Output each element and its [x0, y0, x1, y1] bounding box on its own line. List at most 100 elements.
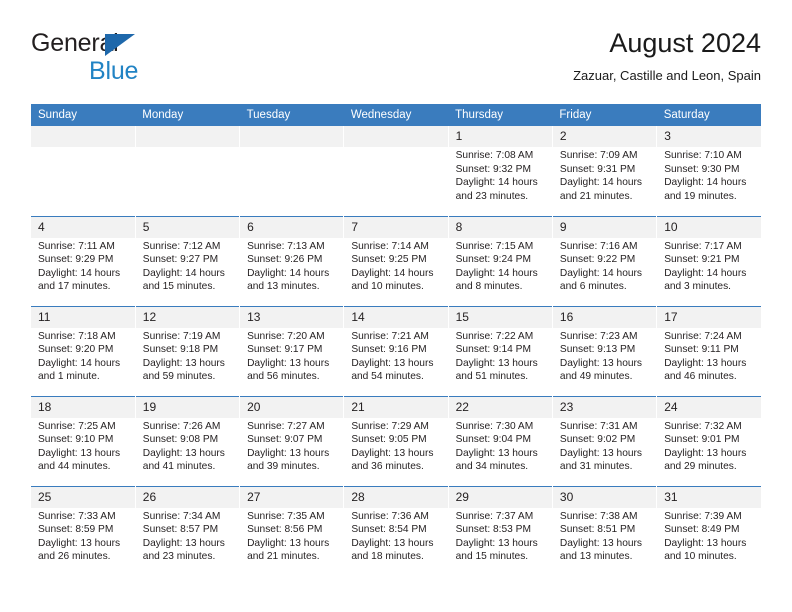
day-details: Sunrise: 7:18 AM Sunset: 9:20 PM Daylight:…	[31, 328, 135, 384]
sunrise-text: Sunrise: 7:16 AM	[559, 240, 638, 252]
daylight-text-line2: and 51 minutes.	[455, 371, 529, 383]
day-number: 27	[240, 486, 344, 508]
sunset-text: Sunset: 9:11 PM	[664, 344, 739, 356]
day-number: 13	[240, 306, 344, 328]
sunrise-text: Sunrise: 7:30 AM	[455, 420, 534, 432]
day-details: Sunrise: 7:25 AM Sunset: 9:10 PM Daylight:…	[31, 418, 135, 474]
calendar-day-cell[interactable]: 14 Sunrise: 7:21 AM Sunset: 9:16 PM Dayligh…	[343, 305, 449, 396]
daylight-text-line2: and 23 minutes.	[142, 551, 216, 563]
sunrise-text: Sunrise: 7:17 AM	[664, 240, 742, 252]
sunrise-text: Sunrise: 7:23 AM	[559, 330, 638, 342]
calendar-day-cell[interactable]: 20 Sunrise: 7:27 AM Sunset: 9:07 PM Dayligh…	[239, 395, 345, 486]
calendar-day-cell[interactable]: 15 Sunrise: 7:22 AM Sunset: 9:14 PM Dayligh…	[448, 305, 553, 396]
weekday-header-saturday: Saturday	[656, 104, 761, 126]
sunrise-text: Sunrise: 7:11 AM	[38, 240, 115, 252]
masthead: General Blue August 2024 Zazuar, Castill…	[31, 26, 761, 98]
calendar-day-cell[interactable]: 25 Sunrise: 7:33 AM Sunset: 8:59 PM Dayligh…	[31, 485, 136, 576]
day-number: 15	[448, 306, 552, 328]
day-number: 11	[31, 306, 135, 328]
calendar-week-row: 4 Sunrise: 7:11 AM Sunset: 9:29 PM Daylight…	[31, 215, 761, 306]
calendar-day-cell[interactable]: 19 Sunrise: 7:26 AM Sunset: 9:08 PM Dayligh…	[135, 395, 241, 486]
sunrise-text: Sunrise: 7:25 AM	[38, 420, 116, 432]
calendar-day-cell[interactable]: 1 Sunrise: 7:08 AM Sunset: 9:32 PM Daylight…	[448, 126, 553, 216]
day-details: Sunrise: 7:26 AM Sunset: 9:08 PM Daylight:…	[136, 418, 239, 474]
calendar-week-row: 25 Sunrise: 7:33 AM Sunset: 8:59 PM Dayligh…	[31, 485, 761, 576]
calendar-day-cell[interactable]: 9 Sunrise: 7:16 AM Sunset: 9:22 PM Daylight…	[552, 215, 658, 306]
daylight-text-line2: and 6 minutes.	[559, 281, 627, 293]
day-number: 22	[448, 396, 552, 418]
calendar-day-cell[interactable]: 6 Sunrise: 7:13 AM Sunset: 9:26 PM Daylight…	[239, 215, 345, 306]
daylight-text-line2: and 19 minutes.	[664, 190, 737, 202]
calendar-day-cell[interactable]: 8 Sunrise: 7:15 AM Sunset: 9:24 PM Daylight…	[448, 215, 553, 306]
calendar-day-cell[interactable]: 13 Sunrise: 7:20 AM Sunset: 9:17 PM Dayligh…	[239, 305, 345, 396]
day-details: Sunrise: 7:21 AM Sunset: 9:16 PM Daylight:…	[344, 328, 447, 384]
day-details: Sunrise: 7:30 AM Sunset: 9:04 PM Daylight:…	[449, 418, 552, 474]
daylight-text-line1: Daylight: 13 hours	[38, 537, 121, 549]
daylight-text-line2: and 10 minutes.	[664, 551, 737, 563]
day-details: Sunrise: 7:34 AM Sunset: 8:57 PM Daylight:…	[136, 508, 239, 564]
day-details: Sunrise: 7:14 AM Sunset: 9:25 PM Daylight:…	[344, 238, 447, 294]
sunset-text: Sunset: 9:32 PM	[455, 163, 531, 175]
daylight-text-line1: Daylight: 14 hours	[142, 267, 225, 279]
sunset-text: Sunset: 8:53 PM	[455, 524, 531, 536]
calendar-day-cell[interactable]: 21 Sunrise: 7:29 AM Sunset: 9:05 PM Dayligh…	[343, 395, 449, 486]
sunrise-text: Sunrise: 7:33 AM	[38, 510, 116, 522]
sunset-text: Sunset: 9:21 PM	[664, 254, 740, 266]
sunrise-text: Sunrise: 7:24 AM	[664, 330, 742, 342]
weekday-header-row: Sunday Monday Tuesday Wednesday Thursday…	[31, 104, 761, 126]
calendar-day-cell[interactable]: 29 Sunrise: 7:37 AM Sunset: 8:53 PM Dayligh…	[448, 485, 553, 576]
daylight-text-line1: Daylight: 13 hours	[38, 447, 121, 459]
day-number: 4	[31, 216, 135, 238]
calendar-day-cell[interactable]: 18 Sunrise: 7:25 AM Sunset: 9:10 PM Dayligh…	[31, 395, 136, 486]
calendar-day-cell[interactable]: 28 Sunrise: 7:36 AM Sunset: 8:54 PM Dayligh…	[343, 485, 449, 576]
calendar-day-cell[interactable]: 22 Sunrise: 7:30 AM Sunset: 9:04 PM Dayligh…	[448, 395, 553, 486]
calendar-day-cell[interactable]: 23 Sunrise: 7:31 AM Sunset: 9:02 PM Dayligh…	[552, 395, 658, 486]
day-details: Sunrise: 7:10 AM Sunset: 9:30 PM Daylight:…	[657, 147, 761, 203]
calendar-day-cell[interactable]: 11 Sunrise: 7:18 AM Sunset: 9:20 PM Dayligh…	[31, 305, 136, 396]
sunset-text: Sunset: 9:29 PM	[38, 254, 114, 266]
calendar-day-cell[interactable]: 31 Sunrise: 7:39 AM Sunset: 8:49 PM Dayligh…	[656, 485, 761, 576]
calendar-day-cell[interactable]: 4 Sunrise: 7:11 AM Sunset: 9:29 PM Daylight…	[31, 215, 136, 306]
daylight-text-line1: Daylight: 13 hours	[351, 447, 434, 459]
page-title: August 2024	[609, 28, 761, 58]
sunrise-text: Sunrise: 7:26 AM	[142, 420, 221, 432]
calendar-day-cell[interactable]: 24 Sunrise: 7:32 AM Sunset: 9:01 PM Dayligh…	[656, 395, 761, 486]
sunrise-text: Sunrise: 7:29 AM	[351, 420, 429, 432]
sunset-text: Sunset: 8:59 PM	[38, 524, 114, 536]
calendar-day-cell[interactable]: 3 Sunrise: 7:10 AM Sunset: 9:30 PM Daylight…	[656, 126, 761, 216]
daylight-text-line2: and 46 minutes.	[664, 371, 737, 383]
calendar-day-cell[interactable]: 10 Sunrise: 7:17 AM Sunset: 9:21 PM Dayligh…	[656, 215, 761, 306]
day-number: 2	[552, 126, 657, 147]
sunrise-text: Sunrise: 7:37 AM	[455, 510, 534, 522]
sunrise-text: Sunrise: 7:08 AM	[455, 150, 534, 161]
calendar-day-cell[interactable]: 30 Sunrise: 7:38 AM Sunset: 8:51 PM Dayligh…	[552, 485, 658, 576]
sunrise-text: Sunrise: 7:32 AM	[664, 420, 742, 432]
daylight-text-line1: Daylight: 14 hours	[455, 177, 538, 189]
day-details: Sunrise: 7:22 AM Sunset: 9:14 PM Daylight:…	[449, 328, 552, 384]
calendar-day-cell[interactable]: 16 Sunrise: 7:23 AM Sunset: 9:13 PM Dayligh…	[552, 305, 658, 396]
calendar-grid: Sunday Monday Tuesday Wednesday Thursday…	[31, 104, 761, 576]
calendar-day-cell[interactable]: 27 Sunrise: 7:35 AM Sunset: 8:56 PM Dayligh…	[239, 485, 345, 576]
sunset-text: Sunset: 9:26 PM	[247, 254, 323, 266]
day-details: Sunrise: 7:19 AM Sunset: 9:18 PM Daylight:…	[136, 328, 239, 384]
day-details: Sunrise: 7:17 AM Sunset: 9:21 PM Daylight:…	[657, 238, 761, 294]
calendar-day-cell[interactable]: 26 Sunrise: 7:34 AM Sunset: 8:57 PM Dayligh…	[135, 485, 241, 576]
calendar-day-cell[interactable]: 12 Sunrise: 7:19 AM Sunset: 9:18 PM Dayligh…	[135, 305, 241, 396]
daylight-text-line2: and 8 minutes.	[455, 281, 523, 293]
calendar-day-cell[interactable]: 7 Sunrise: 7:14 AM Sunset: 9:25 PM Daylight…	[343, 215, 449, 306]
sunrise-text: Sunrise: 7:09 AM	[559, 150, 638, 161]
day-number: 16	[552, 306, 657, 328]
day-details: Sunrise: 7:08 AM Sunset: 9:32 PM Daylight:…	[449, 147, 552, 203]
day-number: 26	[135, 486, 240, 508]
logo-triangle-icon	[105, 34, 135, 56]
calendar-day-cell[interactable]: 5 Sunrise: 7:12 AM Sunset: 9:27 PM Daylight…	[135, 215, 241, 306]
calendar-day-cell[interactable]: 17 Sunrise: 7:24 AM Sunset: 9:11 PM Dayligh…	[656, 305, 761, 396]
sunrise-text: Sunrise: 7:31 AM	[559, 420, 638, 432]
weekday-header-friday: Friday	[552, 104, 657, 126]
logo-top-row: General	[31, 28, 261, 58]
sunset-text: Sunset: 9:25 PM	[351, 254, 427, 266]
daylight-text-line1: Daylight: 13 hours	[664, 357, 747, 369]
calendar-day-cell[interactable]: 2 Sunrise: 7:09 AM Sunset: 9:31 PM Daylight…	[552, 126, 658, 216]
day-details: Sunrise: 7:38 AM Sunset: 8:51 PM Daylight:…	[553, 508, 656, 564]
day-number: 17	[657, 306, 761, 328]
